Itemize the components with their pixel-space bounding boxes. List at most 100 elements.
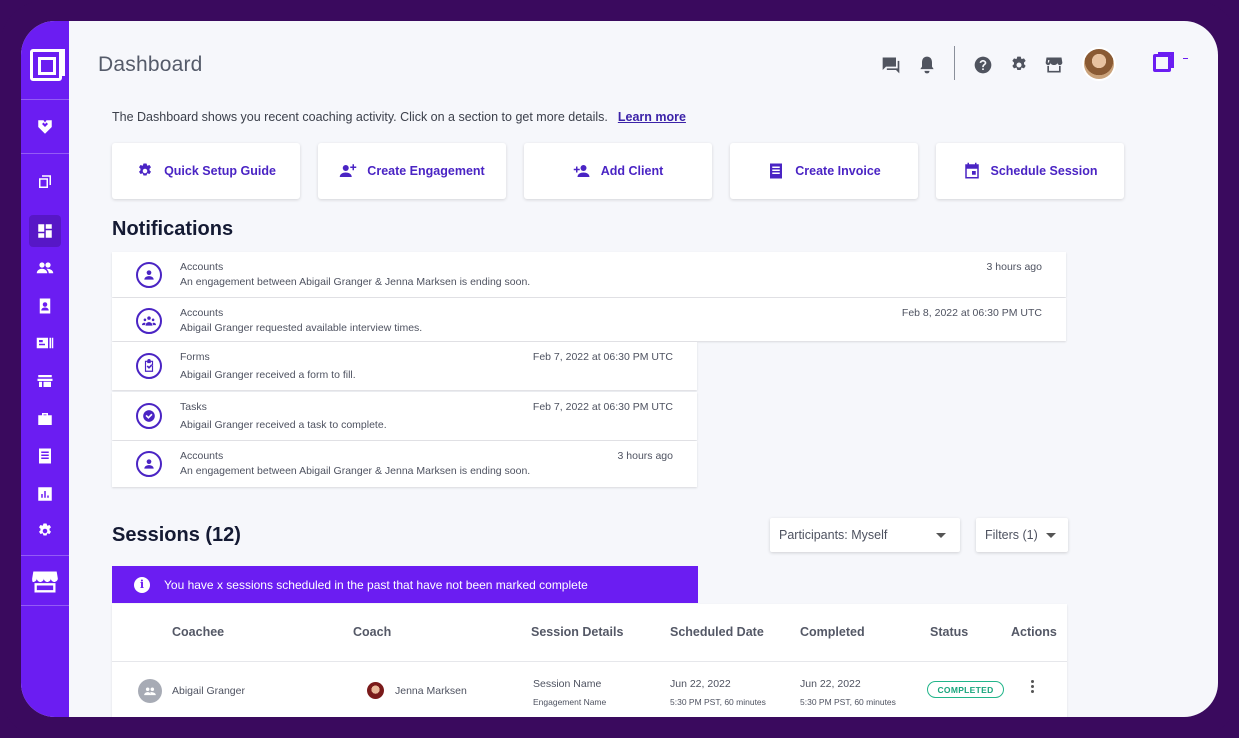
sidebar-item-contacts[interactable]: [29, 290, 61, 322]
create-engagement-button[interactable]: Create Engagement: [318, 143, 506, 199]
sessions-table: Coachee Coach Session Details Scheduled …: [112, 604, 1067, 717]
contact-book-icon: [39, 298, 51, 314]
people-icon: [36, 262, 54, 274]
notification-time: 3 hours ago: [617, 450, 673, 462]
completed-time: 5:30 PM PST, 60 minutes: [800, 697, 896, 707]
more-vert-icon[interactable]: [1031, 680, 1035, 696]
notification-time: Feb 7, 2022 at 06:30 PM UTC: [532, 351, 673, 363]
engagement-name: Engagement Name: [533, 697, 607, 707]
status-badge: COMPLETED: [927, 681, 1004, 698]
column-header-scheduled-date[interactable]: Scheduled Date: [670, 625, 764, 639]
help-button[interactable]: [973, 55, 993, 75]
hands-heart-icon: [38, 120, 52, 134]
chevron-down-icon: [936, 533, 946, 538]
chevron-down-icon: [1046, 533, 1056, 538]
gear-icon: [1012, 56, 1026, 70]
learn-more-link[interactable]: Learn more: [618, 110, 686, 124]
column-header-coachee[interactable]: Coachee: [172, 625, 224, 639]
add-client-button[interactable]: Add Client: [524, 143, 712, 199]
alert-text: You have x sessions scheduled in the pas…: [164, 577, 588, 592]
chevron-down-icon[interactable]: [1183, 58, 1188, 59]
layers-icon: [39, 175, 51, 188]
notification-item[interactable]: Accounts An engagement between Abigail G…: [112, 441, 697, 487]
column-header-session-details[interactable]: Session Details: [531, 625, 623, 639]
brand-switcher-icon[interactable]: [1153, 52, 1174, 72]
notification-message: Abigail Granger received a task to compl…: [180, 419, 387, 431]
user-avatar[interactable]: [1084, 49, 1114, 79]
notification-category: Tasks: [180, 401, 207, 413]
filters-select[interactable]: Filters (1): [976, 518, 1068, 552]
notification-item[interactable]: Accounts Abigail Granger requested avail…: [112, 298, 1066, 341]
participants-select-value: Participants: Myself: [779, 528, 888, 542]
schedule-session-button[interactable]: Schedule Session: [936, 143, 1124, 199]
past-sessions-alert: i You have x sessions scheduled in the p…: [112, 566, 698, 603]
sidebar-item-people[interactable]: [29, 252, 61, 284]
people-icon: [138, 679, 162, 703]
intro-text: The Dashboard shows you recent coaching …: [112, 110, 608, 124]
sidebar-item-settings[interactable]: [29, 515, 61, 547]
sidebar-divider: [21, 605, 69, 606]
header-divider: [954, 46, 955, 80]
sidebar-item-layers[interactable]: [29, 166, 61, 198]
quick-setup-guide-button[interactable]: Quick Setup Guide: [112, 143, 300, 199]
storefront-icon: [1045, 57, 1063, 73]
notification-category: Accounts: [180, 261, 224, 273]
notification-time: Feb 8, 2022 at 06:30 PM UTC: [901, 307, 1042, 319]
sidebar-divider: [21, 99, 69, 100]
dashboard-icon: [38, 224, 52, 238]
notification-item[interactable]: Forms Abigail Granger received a form to…: [112, 342, 697, 390]
receipt-icon: [770, 163, 783, 179]
sidebar-item-dashboard[interactable]: [29, 215, 61, 247]
column-header-status[interactable]: Status: [930, 625, 968, 639]
sidebar-item-reports[interactable]: [29, 478, 61, 510]
app-screen: Dashboard The Dashboard shows you recent…: [21, 21, 1218, 717]
create-invoice-button[interactable]: Create Invoice: [730, 143, 918, 199]
bar-chart-icon: [38, 487, 52, 501]
notification-item[interactable]: Tasks Abigail Granger received a task to…: [112, 392, 697, 440]
account-circle-icon: [136, 262, 162, 288]
scheduled-time: 5:30 PM PST, 60 minutes: [670, 697, 766, 707]
notification-category: Accounts: [180, 307, 224, 319]
sidebar-item-hands-heart[interactable]: [29, 111, 61, 143]
clipboard-check-icon: [136, 353, 162, 379]
scheduled-date: Jun 22, 2022: [670, 678, 731, 690]
column-header-completed[interactable]: Completed: [800, 625, 865, 639]
notifications-title: Notifications: [112, 218, 234, 240]
sidebar-item-id-cards[interactable]: [29, 327, 61, 359]
coachee-name: Abigail Granger: [172, 685, 245, 697]
account-circle-icon: [136, 451, 162, 477]
column-header-coach[interactable]: Coach: [353, 625, 391, 639]
quick-action-label: Schedule Session: [990, 164, 1098, 178]
sidebar-divider: [21, 555, 69, 556]
store-icon: [37, 375, 53, 387]
avatar: [367, 682, 384, 699]
session-name[interactable]: Session Name: [533, 678, 601, 690]
info-icon: i: [134, 576, 150, 593]
notification-category: Accounts: [180, 450, 224, 462]
quick-action-label: Create Invoice: [795, 164, 881, 178]
sidebar-item-briefcase[interactable]: [29, 403, 61, 435]
notification-message: Abigail Granger received a form to fill.: [180, 369, 356, 381]
briefcase-icon: [38, 413, 52, 425]
chat-button[interactable]: [881, 55, 901, 75]
sidebar-item-invoices[interactable]: [29, 440, 61, 472]
quick-action-label: Quick Setup Guide: [164, 164, 276, 178]
app-logo-icon[interactable]: [30, 49, 65, 81]
device-frame: Dashboard The Dashboard shows you recent…: [0, 0, 1239, 738]
help-icon: [974, 56, 992, 74]
store-button[interactable]: [1044, 55, 1064, 75]
notification-message: Abigail Granger requested available inte…: [180, 322, 423, 334]
calendar-icon: [964, 162, 979, 179]
sidebar-item-marketplace[interactable]: [29, 566, 61, 598]
notification-item[interactable]: Accounts An engagement between Abigail G…: [112, 252, 1066, 297]
sidebar-item-store[interactable]: [29, 365, 61, 397]
participants-select[interactable]: Participants: Myself: [770, 518, 960, 552]
gear-icon: [139, 163, 152, 176]
notification-message: An engagement between Abigail Granger & …: [180, 276, 531, 288]
chat-icon: [882, 57, 900, 74]
coach-name: Jenna Marksen: [395, 685, 467, 697]
settings-button[interactable]: [1009, 55, 1029, 75]
receipt-icon: [39, 448, 51, 464]
people-add-icon: [340, 164, 357, 177]
notifications-button[interactable]: [917, 55, 937, 75]
